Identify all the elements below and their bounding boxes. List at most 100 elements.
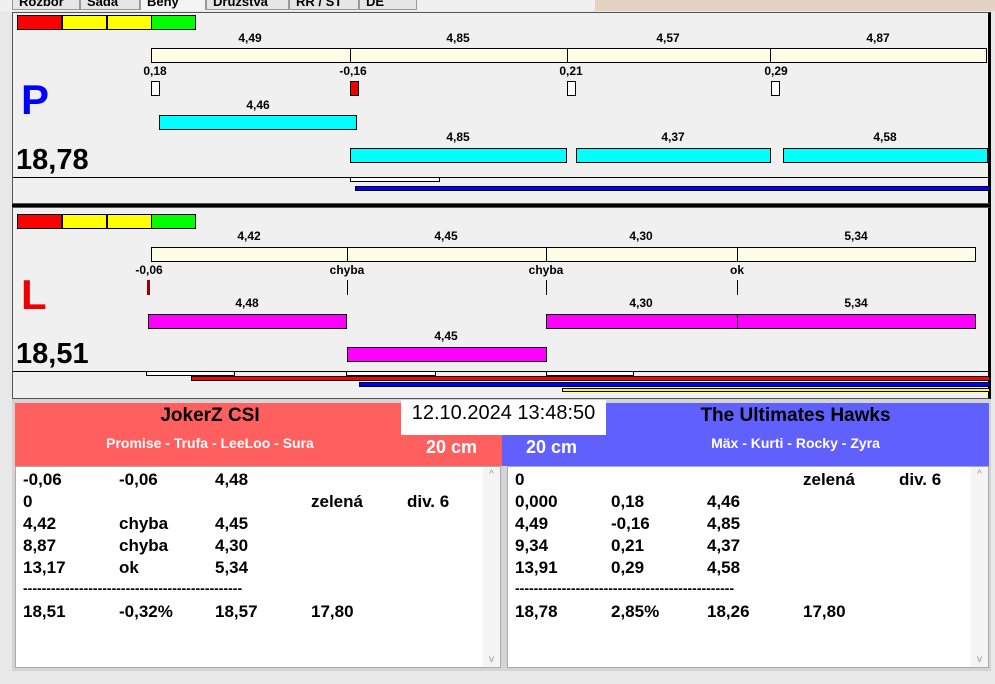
time-bar bbox=[350, 148, 567, 163]
result-row: 13,17 ok 5,34 bbox=[16, 558, 500, 578]
scroll-up-icon[interactable]: ^ bbox=[483, 469, 500, 480]
bar-label: 4,85 bbox=[446, 130, 470, 144]
panel-p-content: 4,49 4,85 4,57 4,87 0,18 -0,16 0,21 0,29… bbox=[0, 12, 995, 204]
timeline-segment bbox=[350, 177, 440, 182]
team-name: JokerZ CSI bbox=[160, 405, 260, 426]
reaction-marker bbox=[567, 81, 576, 96]
result-cell: 5,34 bbox=[215, 558, 249, 577]
progress-line-blue bbox=[355, 186, 990, 191]
result-cell: 18,26 bbox=[707, 602, 750, 621]
right-results-list[interactable]: 0 zelená div. 6 0,000 0,18 4,46 4,49 -0,16 4,85 9… bbox=[507, 466, 989, 668]
tab-bar: Rozbor Sada Běhy Družstva RR / ST DE bbox=[0, 0, 995, 11]
scroll-down-icon[interactable]: v bbox=[971, 654, 988, 665]
tab-rozbor[interactable]: Rozbor bbox=[12, 0, 80, 10]
result-cell: 4,49 bbox=[515, 514, 549, 533]
progress-line-yellow bbox=[562, 388, 990, 392]
light-green bbox=[151, 15, 196, 30]
split-divider bbox=[567, 48, 568, 63]
tab-behy[interactable]: Běhy bbox=[140, 0, 206, 10]
time-bar bbox=[347, 347, 547, 362]
result-cell: -0,32% bbox=[119, 602, 173, 621]
progress-line-red bbox=[191, 376, 990, 381]
result-row: -0,06 -0,06 4,48 bbox=[16, 470, 500, 490]
tab-rr-st[interactable]: RR / ST bbox=[289, 0, 359, 10]
result-cell: 13,17 bbox=[23, 558, 66, 577]
time-bar bbox=[783, 148, 988, 163]
result-cell: ----------------------------------------… bbox=[23, 580, 243, 596]
result-cell: chyba bbox=[119, 514, 169, 533]
split-label: 4,57 bbox=[656, 31, 680, 45]
split-divider bbox=[546, 247, 547, 262]
result-row: ----------------------------------------… bbox=[16, 580, 500, 600]
team-members: Mäx - Kurti - Rocky - Zyra bbox=[711, 435, 880, 451]
result-row: 0 zelená div. 6 bbox=[508, 470, 988, 490]
time-bar bbox=[148, 314, 347, 329]
scroll-down-icon[interactable]: v bbox=[483, 654, 500, 665]
light-yellow-1 bbox=[62, 15, 107, 30]
light-red bbox=[17, 15, 62, 30]
result-row: 4,49 -0,16 4,85 bbox=[508, 514, 988, 534]
left-results-list[interactable]: -0,06 -0,06 4,48 0 zelená div. 6 4,42 chyba 4,45… bbox=[15, 466, 501, 668]
datetime: 12.10.2024 13:48:50 bbox=[401, 400, 606, 435]
tab-sada[interactable]: Sada bbox=[80, 0, 140, 10]
result-cell: 2,85% bbox=[611, 602, 660, 621]
tab-druzstva[interactable]: Družstva bbox=[206, 0, 289, 10]
reaction-label: -0,06 bbox=[135, 263, 163, 277]
result-row: 18,78 2,85% 18,26 17,80 bbox=[508, 602, 988, 622]
scroll-up-icon[interactable]: ^ bbox=[971, 469, 988, 480]
result-cell: -0,06 bbox=[23, 470, 62, 489]
light-red bbox=[17, 214, 62, 229]
result-cell: 4,30 bbox=[215, 536, 249, 555]
result-cell: div. 6 bbox=[899, 470, 942, 489]
bar-label: 4,45 bbox=[434, 329, 458, 343]
split-label: 4,30 bbox=[629, 229, 653, 243]
bar-label: 4,58 bbox=[873, 130, 897, 144]
result-cell: 4,42 bbox=[23, 514, 57, 533]
jump-height: 20 cm bbox=[526, 437, 578, 457]
reaction-marker bbox=[151, 81, 160, 96]
reaction-marker bbox=[147, 280, 150, 295]
result-cell: 4,45 bbox=[215, 514, 249, 533]
split-label: 4,42 bbox=[237, 229, 261, 243]
result-cell: 4,58 bbox=[707, 558, 741, 577]
light-yellow-2 bbox=[107, 15, 152, 30]
split-label: 4,49 bbox=[238, 31, 262, 45]
result-cell: 4,46 bbox=[707, 492, 741, 511]
bar-label: 4,37 bbox=[661, 130, 685, 144]
result-row: 13,91 0,29 4,58 bbox=[508, 558, 988, 578]
scrollbar[interactable]: ^ v bbox=[971, 467, 988, 667]
split-label: 4,85 bbox=[446, 31, 470, 45]
result-cell: 4,85 bbox=[707, 514, 741, 533]
split-label: 4,87 bbox=[866, 31, 890, 45]
result-row: 18,51 -0,32% 18,57 17,80 bbox=[16, 602, 500, 622]
result-cell: 13,91 bbox=[515, 558, 558, 577]
bar-label: 4,30 bbox=[629, 296, 653, 310]
split-divider bbox=[737, 247, 738, 262]
reaction-label: chyba bbox=[329, 263, 365, 277]
result-cell: -0,06 bbox=[119, 470, 158, 489]
result-cell: div. 6 bbox=[407, 492, 450, 511]
light-yellow-2 bbox=[107, 214, 152, 229]
reaction-label: -0,16 bbox=[339, 64, 367, 78]
result-cell: 18,57 bbox=[215, 602, 258, 621]
bar-label: 5,34 bbox=[844, 296, 868, 310]
result-row: 9,34 0,21 4,37 bbox=[508, 536, 988, 556]
result-cell: 18,78 bbox=[515, 602, 558, 621]
result-cell: 8,87 bbox=[23, 536, 57, 555]
result-cell: 17,80 bbox=[803, 602, 846, 621]
result-row: 0 zelená div. 6 bbox=[16, 492, 500, 512]
result-cell: 4,37 bbox=[707, 536, 741, 555]
reaction-label: ok bbox=[729, 263, 745, 277]
result-cell: 9,34 bbox=[515, 536, 549, 555]
light-green bbox=[151, 214, 196, 229]
time-bar bbox=[576, 148, 771, 163]
result-row: ----------------------------------------… bbox=[508, 580, 988, 600]
result-cell: 0,21 bbox=[611, 536, 645, 555]
result-cell: zelená bbox=[311, 492, 363, 511]
result-row: 0,000 0,18 4,46 bbox=[508, 492, 988, 512]
result-cell: ----------------------------------------… bbox=[515, 580, 735, 596]
tab-de[interactable]: DE bbox=[359, 0, 417, 10]
reaction-marker bbox=[347, 280, 348, 295]
reaction-label: 0,21 bbox=[559, 64, 583, 78]
scrollbar[interactable]: ^ v bbox=[483, 467, 500, 667]
